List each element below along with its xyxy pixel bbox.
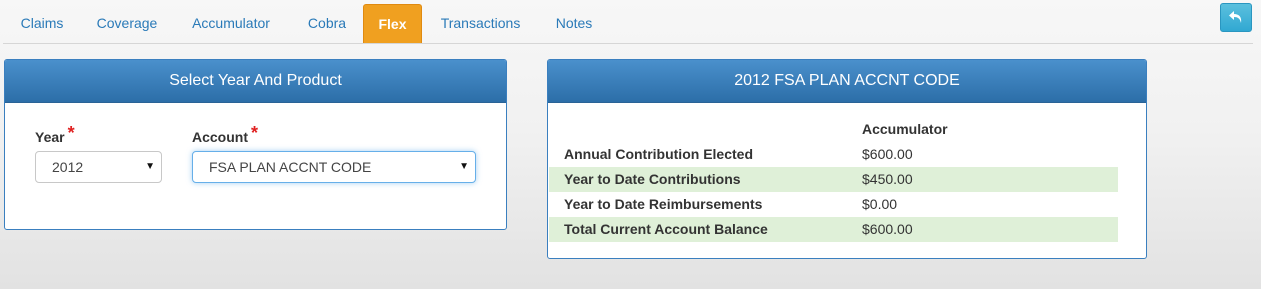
select-year-product-panel: Select Year And Product Year * 2012 ▼ Acc… bbox=[4, 59, 507, 230]
plan-accumulator-panel: 2012 FSA PLAN ACCNT CODE Accumulator Ann… bbox=[547, 59, 1147, 259]
tab-cobra[interactable]: Cobra bbox=[296, 4, 358, 42]
tab-claims[interactable]: Claims bbox=[7, 4, 77, 42]
tab-flex[interactable]: Flex bbox=[363, 4, 422, 43]
account-label-text: Account bbox=[192, 129, 248, 145]
tab-notes[interactable]: Notes bbox=[546, 4, 602, 42]
required-asterisk: * bbox=[67, 123, 75, 143]
tab-transactions[interactable]: Transactions bbox=[428, 4, 533, 42]
row-label: Year to Date Reimbursements bbox=[564, 196, 763, 212]
table-row: Year to Date Contributions $450.00 bbox=[549, 167, 1118, 192]
row-value: $0.00 bbox=[862, 196, 898, 212]
dropdown-caret-icon: ▼ bbox=[145, 161, 155, 172]
back-button[interactable] bbox=[1220, 3, 1252, 32]
row-value: $600.00 bbox=[862, 146, 913, 162]
year-label: Year * bbox=[35, 123, 75, 147]
tab-bar: Claims Coverage Accumulator Cobra Flex T… bbox=[3, 0, 1253, 44]
table-row: Total Current Account Balance $600.00 bbox=[549, 217, 1118, 242]
panel-title: Select Year And Product bbox=[5, 60, 506, 103]
accumulator-column-header: Accumulator bbox=[862, 121, 948, 137]
row-label: Year to Date Contributions bbox=[564, 171, 741, 187]
required-asterisk: * bbox=[251, 123, 259, 143]
table-row: Year to Date Reimbursements $0.00 bbox=[549, 192, 1118, 217]
year-label-text: Year bbox=[35, 129, 65, 145]
row-value: $450.00 bbox=[862, 171, 913, 187]
tab-accumulator[interactable]: Accumulator bbox=[180, 4, 282, 42]
tab-coverage[interactable]: Coverage bbox=[86, 4, 168, 42]
row-label: Annual Contribution Elected bbox=[564, 146, 753, 162]
account-label: Account * bbox=[192, 123, 259, 147]
row-label: Total Current Account Balance bbox=[564, 221, 768, 237]
dropdown-caret-icon: ▼ bbox=[459, 161, 469, 172]
table-row: Annual Contribution Elected $600.00 bbox=[549, 142, 1118, 167]
year-select-value: 2012 bbox=[52, 159, 84, 175]
reply-arrow-icon bbox=[1229, 11, 1242, 23]
year-select[interactable]: 2012 ▼ bbox=[35, 151, 162, 183]
row-value: $600.00 bbox=[862, 221, 913, 237]
account-select-value: FSA PLAN ACCNT CODE bbox=[209, 159, 372, 175]
account-select[interactable]: FSA PLAN ACCNT CODE ▼ bbox=[192, 151, 476, 183]
panel-title: 2012 FSA PLAN ACCNT CODE bbox=[548, 60, 1146, 103]
